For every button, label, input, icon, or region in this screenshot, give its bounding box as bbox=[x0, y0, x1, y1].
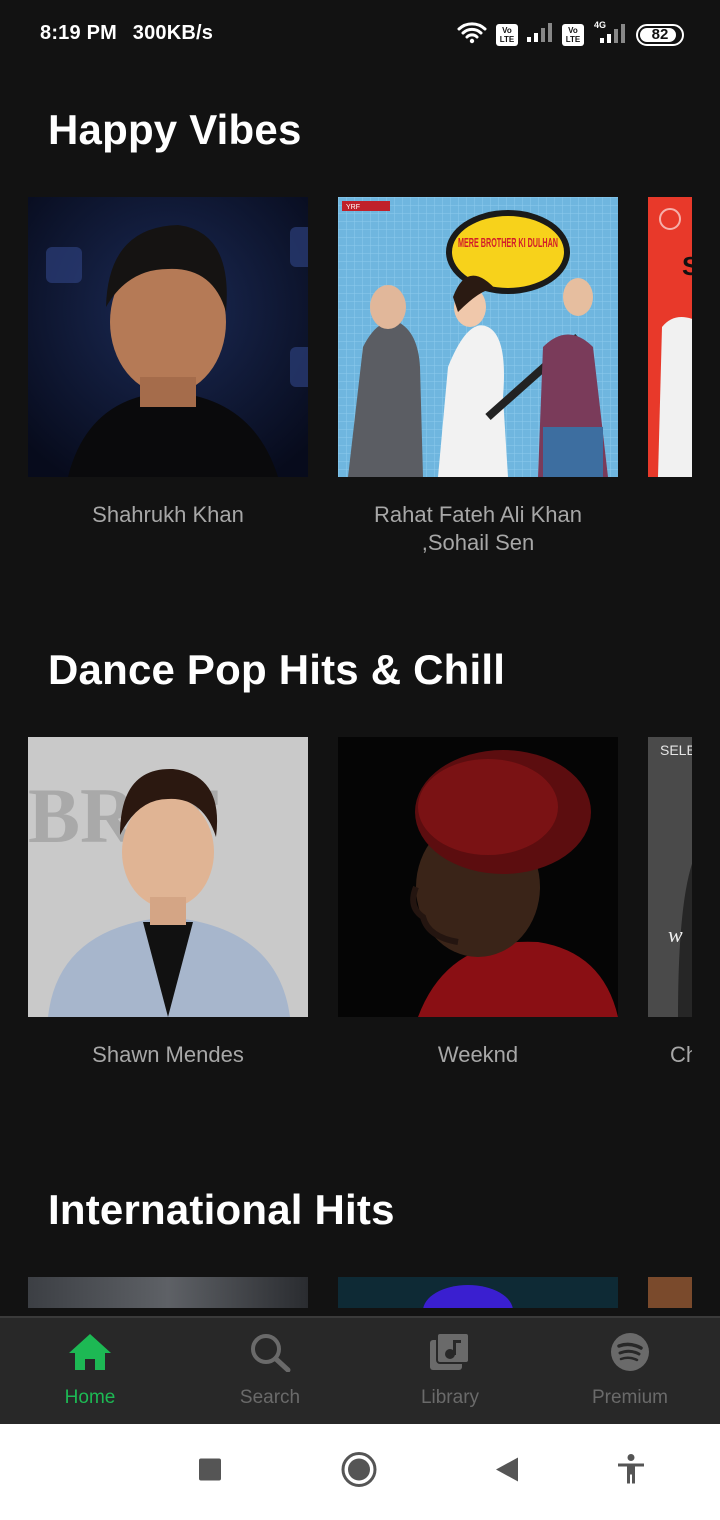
home-system-button[interactable] bbox=[340, 1451, 378, 1494]
card-rahat-fateh-ali-khan[interactable]: YRF MERE BROTHER KI DULHAN Rahat Fateh A… bbox=[338, 197, 618, 557]
status-left: 8:19 PM 300KB/s bbox=[40, 22, 223, 45]
card-international-2[interactable] bbox=[338, 1277, 618, 1308]
carousel-dance-pop[interactable]: BRIT Shawn Mendes Weeknd bbox=[28, 737, 692, 1087]
card-international-3[interactable] bbox=[648, 1277, 692, 1308]
playlist-art-international-1[interactable] bbox=[28, 1277, 308, 1308]
svg-text:w: w bbox=[668, 922, 683, 947]
nav-label: Library bbox=[420, 1387, 480, 1408]
recents-button[interactable] bbox=[198, 1458, 222, 1487]
system-navigation-bar bbox=[0, 1424, 720, 1520]
nav-label: Home bbox=[64, 1387, 116, 1408]
back-button[interactable] bbox=[494, 1456, 520, 1489]
status-bar: 8:19 PM 300KB/s Vo LTE Vo LTE 4G 82 bbox=[0, 0, 720, 70]
section-title-dance-pop: Dance Pop Hits & Chill bbox=[48, 646, 506, 693]
artist-image-weeknd[interactable] bbox=[338, 737, 618, 1017]
svg-text:S: S bbox=[682, 251, 692, 281]
nav-label: Premium bbox=[591, 1387, 668, 1408]
playlist-art-international-3[interactable] bbox=[648, 1277, 692, 1308]
carousel-international-hits[interactable] bbox=[28, 1277, 692, 1308]
home-icon bbox=[67, 1332, 113, 1377]
search-icon bbox=[248, 1332, 292, 1377]
poster-studio: YRF bbox=[346, 204, 360, 211]
volte-icon: Vo LTE bbox=[496, 23, 518, 46]
card-label: Weeknd bbox=[437, 1042, 519, 1067]
volte-icon-2: Vo LTE bbox=[562, 23, 584, 46]
card-selena-partial[interactable]: SELEN w Ch bbox=[648, 737, 692, 1069]
section-title-international-hits: International Hits bbox=[48, 1186, 395, 1233]
accessibility-icon[interactable] bbox=[616, 1454, 646, 1491]
selena-text: SELEN bbox=[660, 742, 692, 758]
status-speed: 300KB/s bbox=[132, 22, 214, 44]
card-weeknd[interactable]: Weeknd bbox=[338, 737, 618, 1069]
card-shawn-mendes[interactable]: BRIT Shawn Mendes bbox=[28, 737, 308, 1069]
section-title-happy-vibes: Happy Vibes bbox=[48, 106, 302, 153]
card-label: Shahrukh Khan bbox=[92, 502, 244, 527]
card-label: Ch bbox=[670, 1042, 692, 1067]
battery-icon: 82 bbox=[636, 23, 684, 46]
nav-home[interactable]: Home bbox=[0, 1318, 180, 1424]
card-international-1[interactable] bbox=[28, 1277, 308, 1308]
poster-title: MERE BROTHER KI DULHAN bbox=[458, 235, 558, 250]
nav-label: Search bbox=[239, 1387, 301, 1408]
svg-text:4G: 4G bbox=[594, 20, 606, 30]
artist-image-shawn-mendes[interactable]: BRIT bbox=[28, 737, 308, 1017]
artist-image-selena-partial[interactable]: SELEN w bbox=[648, 737, 692, 1017]
card-shahrukh-khan[interactable]: Shahrukh Khan bbox=[28, 197, 308, 529]
artist-image-shahrukh-khan[interactable] bbox=[28, 197, 308, 477]
bottom-navigation: Home Search Library Premium bbox=[0, 1316, 720, 1424]
nav-library[interactable]: Library bbox=[360, 1318, 540, 1424]
card-label: Shawn Mendes bbox=[92, 1042, 244, 1067]
battery-level: 82 bbox=[651, 26, 669, 43]
wifi-icon bbox=[456, 20, 488, 49]
nav-premium[interactable]: Premium bbox=[540, 1318, 720, 1424]
nav-search[interactable]: Search bbox=[180, 1318, 360, 1424]
status-right: Vo LTE Vo LTE 4G 82 bbox=[456, 20, 684, 49]
status-time: 8:19 PM bbox=[40, 22, 117, 44]
playlist-art-international-2[interactable] bbox=[338, 1277, 618, 1308]
spotify-icon bbox=[609, 1332, 651, 1377]
carousel-happy-vibes[interactable]: Shahrukh Khan YRF MERE BROTHER KI DULHAN bbox=[28, 197, 692, 577]
playlist-art-partial[interactable]: S bbox=[648, 197, 692, 477]
library-icon bbox=[428, 1332, 472, 1377]
card-label: Rahat Fateh Ali Khan ,Sohail Sen bbox=[374, 502, 582, 555]
signal-icon bbox=[526, 21, 554, 48]
album-art-mere-brother-ki-dulhan[interactable]: YRF MERE BROTHER KI DULHAN bbox=[338, 197, 618, 477]
signal-4g-icon: 4G bbox=[592, 20, 628, 49]
card-partial-playlist[interactable]: S bbox=[648, 197, 692, 477]
